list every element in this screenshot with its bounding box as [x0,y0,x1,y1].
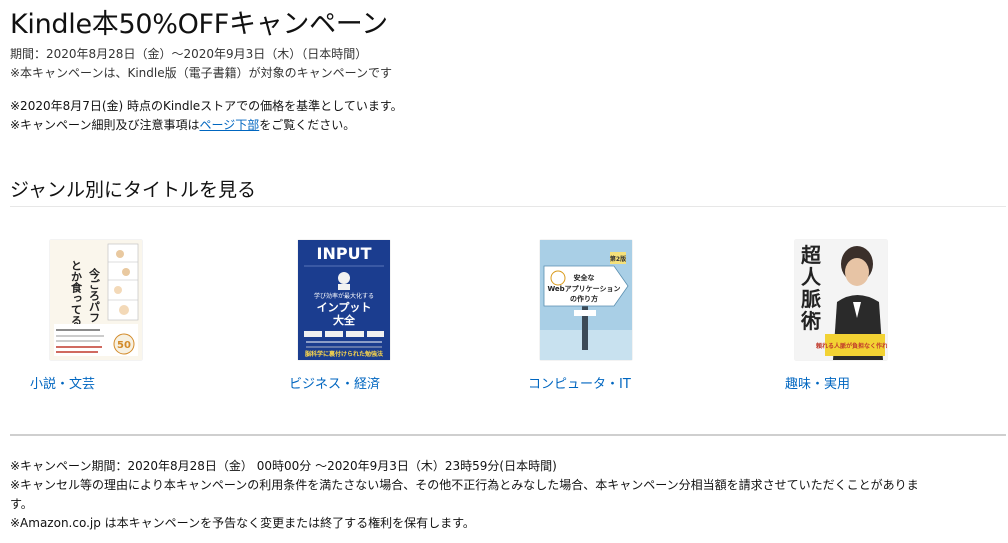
book2-subtitle: 学び効率が最大化する [314,292,374,300]
footer-cancel-note: ※キャンセル等の理由により本キャンペーンの利用条件を満たさない場合、その他不正行… [10,478,919,492]
details-suffix: をご覧ください。 [259,118,356,132]
book-cover-computer[interactable]: 第2版 安全な Webアプリケーション の作り方 [540,240,632,360]
book-cover-novel-art: 今ごろパフェ とか食ってるよ。 50 [50,240,142,360]
book3-badge: 第2版 [609,255,626,263]
genre-link-business[interactable]: ビジネス・経済 [289,373,380,392]
book3-line2: Webアプリケーション [547,284,620,293]
campaign-period: 期間：2020年8月28日（金）〜2020年9月3日（木）（日本時間） [10,47,368,61]
details-link[interactable]: ページ下部 [199,118,259,132]
book-cover-hobby[interactable]: 超 人 脈 術 頼れる人脈が負担なく作れる [795,240,887,360]
details-prefix: ※キャンペーン細則及び注意事項は [10,118,200,132]
section-divider [10,206,1006,207]
book-cover-computer-art: 第2版 安全な Webアプリケーション の作り方 [540,240,632,360]
book-cover-business-art: INPUT 学び効率が最大化する インプット 大全 脳科学に裏付けられた勉強法 [298,240,390,360]
book-cover-novel[interactable]: 今ごろパフェ とか食ってるよ。 50 [50,240,142,360]
book1-title-line1: 今ごろパフェ [88,267,102,334]
book-cover-hobby-art: 超 人 脈 術 頼れる人脈が負担なく作れる [795,240,887,360]
campaign-page: Kindle本50%OFFキャンペーン 期間：2020年8月28日（金）〜202… [10,0,1006,543]
campaign-target: ※本キャンペーンは、Kindle版（電子書籍）が対象のキャンペーンです [10,66,392,80]
footer-divider [10,434,1006,436]
details-note: ※キャンペーン細則及び注意事項はページ下部をご覧ください。 [10,116,355,133]
price-basis-note: ※2020年8月7日(金) 時点のKindleストアでの価格を基準としています。 [10,99,403,113]
book4-band: 頼れる人脈が負担なく作れる [815,342,887,350]
book3-line3: の作り方 [570,294,598,303]
book4-char2: 人 [801,265,822,289]
book2-brand: INPUT [317,244,372,263]
book4-char4: 術 [800,309,821,333]
genre-link-computer[interactable]: コンピュータ・IT [528,373,631,392]
footer-campaign-period: ※キャンペーン期間：2020年8月28日（金） 00時00分 〜2020年9月3… [10,459,557,473]
book2-footer: 脳科学に裏付けられた勉強法 [305,350,383,358]
genre-section-title: ジャンル別にタイトルを見る [10,179,257,201]
book3-line1: 安全な [574,273,595,282]
footer-cancel-note-cont: す。 [10,497,33,511]
book4-char3: 脈 [801,287,821,311]
genre-link-hobby[interactable]: 趣味・実用 [785,373,850,392]
book2-main1: インプット [317,300,372,314]
genre-link-novel[interactable]: 小説・文芸 [30,373,95,392]
book1-badge: 50 [117,340,131,351]
book4-char1: 超 [800,243,822,267]
book2-main2: 大全 [333,313,356,327]
book-cover-business[interactable]: INPUT 学び効率が最大化する インプット 大全 脳科学に裏付けられた勉強法 [298,240,390,360]
footer-rights-note: ※Amazon.co.jp は本キャンペーンを予告なく変更または終了する権利を保… [10,516,475,530]
page-title: Kindle本50%OFFキャンペーン [10,9,388,40]
